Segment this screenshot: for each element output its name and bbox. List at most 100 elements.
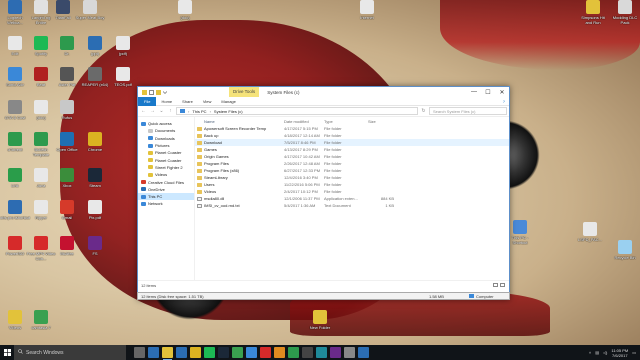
file-row[interactable]: IMSI_cv_ood.rnd.txt 5/4/2017 1:36 AM Text … (195, 202, 509, 209)
file-row[interactable]: Origin Games 4/17/2017 10:42 AM File folde… (195, 153, 509, 160)
desktop-icon[interactable]: Pix.pdf (80, 200, 110, 220)
taskbar-app-spotify[interactable] (204, 347, 215, 358)
column-header-date[interactable]: Date modified (284, 119, 324, 124)
desktop-icon[interactable]: New Folder (305, 310, 335, 330)
nav-item[interactable]: Planet Coaster (138, 149, 194, 156)
desktop-icon[interactable]: Rufus (52, 100, 82, 120)
nav-item[interactable]: Creative Cloud Files (138, 178, 194, 185)
desktop-icon[interactable]: McAfee (52, 236, 82, 256)
taskbar-app-app-blue2[interactable] (358, 347, 369, 358)
help-icon[interactable]: ? (503, 99, 509, 104)
desktop-icon[interactable]: Aster Pat (52, 67, 82, 87)
taskbar-app-app-teal[interactable] (316, 347, 327, 358)
tab-file[interactable]: File (138, 96, 157, 106)
close-button[interactable]: ✕ (495, 87, 509, 97)
desktop-icon[interactable]: camtasia 7 (26, 310, 56, 330)
desktop-icon[interactable]: Super Meat Boy (75, 0, 105, 20)
nav-item[interactable]: OneDrive (138, 186, 194, 193)
title-bar[interactable]: Drive Tools System Files (c) — ☐ ✕ (138, 87, 509, 97)
taskbar-app-app-blue[interactable] (246, 347, 257, 358)
desktop-icon[interactable]: Dr. (52, 36, 82, 56)
back-arrow-icon[interactable]: ← (140, 108, 147, 114)
desktop-icon[interactable]: LSPD_PAC... (575, 222, 605, 242)
nav-item[interactable]: This PC (138, 192, 194, 201)
nav-item[interactable]: Downloads (138, 135, 194, 142)
taskbar-app-chrome[interactable] (190, 347, 201, 358)
desktop-icon[interactable]: Open Office (52, 132, 82, 152)
forward-arrow-icon[interactable]: → (149, 108, 156, 114)
column-header-size[interactable]: Size (364, 119, 394, 124)
refresh-icon[interactable]: ↻ (420, 108, 427, 114)
file-row[interactable]: msdia80.dll 12/1/2006 11:37 PM Application… (195, 195, 509, 202)
file-row[interactable]: Program Files (x86) 6/27/2017 12:33 PM Fil… (195, 167, 509, 174)
nav-item[interactable]: Quick access (138, 120, 194, 127)
file-row[interactable]: Back up 4/18/2017 12:14 AM File folder (195, 132, 509, 139)
desktop-icon[interactable]: FS (80, 236, 110, 256)
column-header-type[interactable]: Type (324, 119, 364, 124)
desktop-icon[interactable]: Xbox (52, 168, 82, 188)
file-row[interactable]: Apowersoft Screen Recorder Temp 4/17/2017… (195, 125, 509, 132)
desktop-icon[interactable]: TEOS.pdf (108, 67, 138, 87)
clock[interactable]: 11:05 PM 7/6/2017 (611, 348, 628, 358)
taskbar-app-app-green2[interactable] (288, 347, 299, 358)
recent-locations-icon[interactable]: ⌄ (158, 108, 165, 114)
maximize-button[interactable]: ☐ (481, 87, 495, 97)
taskbar-app-task-view[interactable] (134, 347, 145, 358)
desktop-icon[interactable]: (doc) (170, 0, 200, 20)
taskbar-app-app-purple[interactable] (330, 347, 341, 358)
volume-icon[interactable]: ◁) (603, 350, 607, 355)
desktop-icon[interactable]: Simpsons Hit and Run (578, 0, 608, 25)
taskbar-app-app-dark[interactable] (302, 347, 313, 358)
tab-share[interactable]: Share (177, 99, 198, 104)
file-row[interactable]: SteamLibrary 12/4/2016 3:40 PM File folder (195, 174, 509, 181)
taskbar-app-file-explorer[interactable] (162, 347, 173, 360)
breadcrumb-this-pc[interactable]: This PC (192, 109, 206, 114)
desktop-icon[interactable]: Steam (80, 168, 110, 188)
notifications-icon[interactable]: ▭ (632, 350, 636, 355)
taskbar-app-steam[interactable] (218, 347, 229, 358)
network-icon[interactable]: ▤ (595, 350, 599, 355)
chevron-up-icon[interactable]: ˄ (589, 350, 591, 355)
column-header-name[interactable]: Name (197, 119, 284, 124)
folder-icon[interactable] (156, 89, 161, 95)
taskbar-search[interactable]: Search Windows (14, 345, 126, 360)
nav-item[interactable]: Network (138, 200, 194, 207)
chevron-down-icon[interactable] (162, 90, 168, 95)
desktop-icon[interactable]: (ppt) (80, 36, 110, 56)
file-row[interactable]: Games 4/13/2017 8:29 PM File folder (195, 146, 509, 153)
file-row[interactable]: Videos 2/4/2017 10:12 PM File folder (195, 188, 509, 195)
desktop-icon[interactable]: REAPER (x64) (80, 67, 110, 87)
taskbar-app-app-green[interactable] (232, 347, 243, 358)
taskbar-app-app-gray[interactable] (344, 347, 355, 358)
breadcrumb-system-files[interactable]: System Files (c) (214, 109, 243, 114)
desktop-icon[interactable]: Internet (352, 0, 382, 20)
up-arrow-icon[interactable]: ↑ (167, 108, 174, 114)
drive-tools-context-tab[interactable]: Drive Tools (229, 87, 260, 97)
taskbar-app-store[interactable] (176, 347, 187, 358)
nav-item[interactable]: Planet Coaster (138, 156, 194, 163)
checkmark-icon[interactable] (149, 89, 154, 95)
file-row[interactable]: Users 11/22/2016 5:06 PM File folder (195, 181, 509, 188)
desktop-icon[interactable]: (pdf) (108, 36, 138, 56)
tab-manage[interactable]: Manage (216, 99, 240, 104)
file-row[interactable]: Download 7/5/2017 8:46 PM File folder (195, 139, 509, 146)
taskbar-app-app-red[interactable] (260, 347, 271, 358)
nav-item[interactable]: Documents (138, 127, 194, 134)
tab-view[interactable]: View (198, 99, 217, 104)
nav-item[interactable]: Videos (138, 171, 194, 178)
desktop-icon[interactable]: Chrome (80, 132, 110, 152)
start-button[interactable] (0, 345, 14, 360)
desktop-icon[interactable]: Modding DLC Pack (610, 0, 640, 25)
address-bar[interactable]: › This PC › System Files (c) (176, 107, 418, 115)
taskbar-app-edge[interactable] (148, 347, 159, 358)
desktop-icon[interactable]: Recycle Bin (610, 240, 640, 260)
desktop-icon[interactable]: Gmail (52, 200, 82, 220)
file-row[interactable]: Program Files 2/26/2017 12:48 AM File fold… (195, 160, 509, 167)
tab-home[interactable]: Home (156, 99, 177, 104)
minimize-button[interactable]: — (467, 87, 481, 97)
taskbar-app-app-orange[interactable] (274, 347, 285, 358)
nav-item[interactable]: Street Fighter 2 (138, 164, 194, 171)
large-icons-view-icon[interactable] (500, 283, 505, 287)
details-view-icon[interactable] (493, 283, 498, 287)
desktop-icon[interactable]: TitanFall (48, 0, 78, 20)
